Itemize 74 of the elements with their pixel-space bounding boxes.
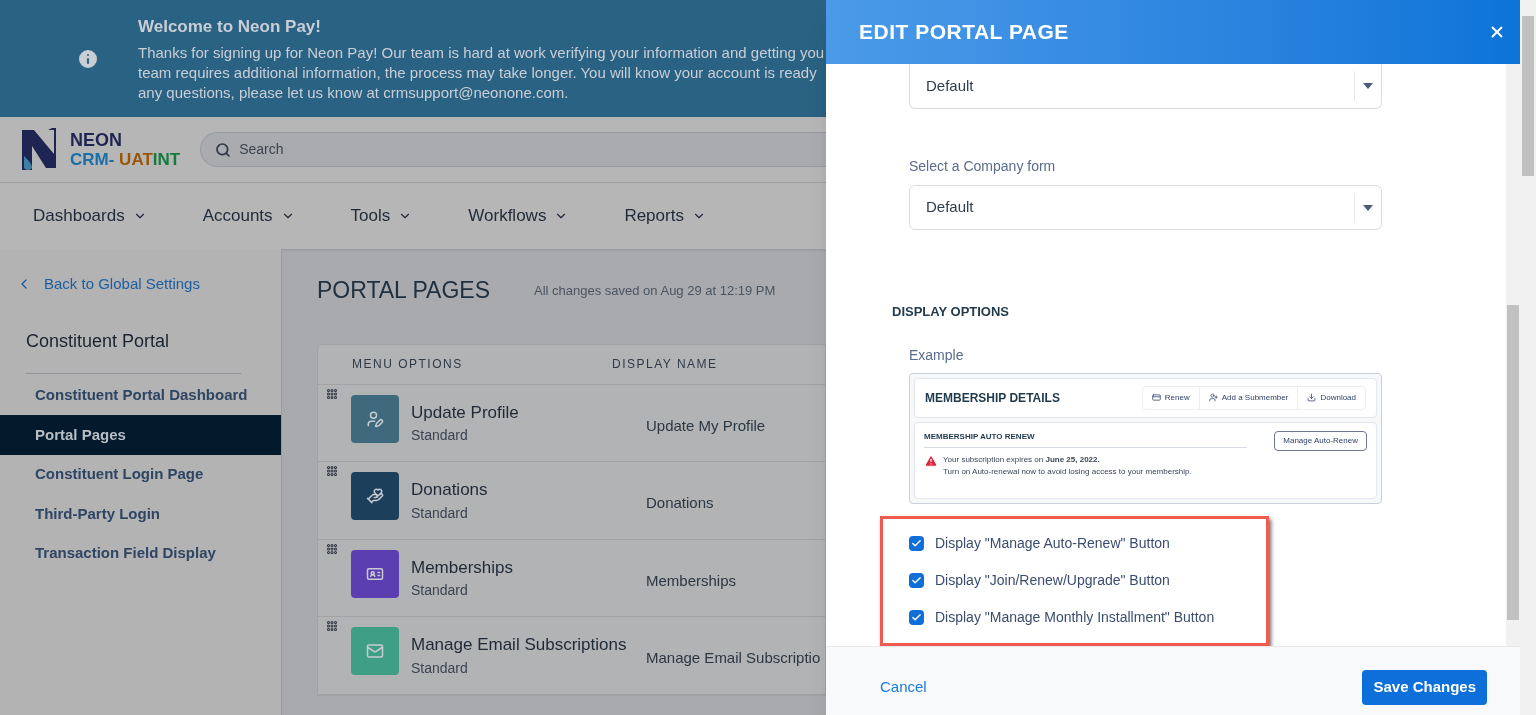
page-name: Donations	[411, 479, 488, 501]
checkbox[interactable]	[909, 573, 924, 588]
banner-text: team requires additional information, the process may take longer. You will know your account is ready	[138, 62, 818, 83]
page-type: Standard	[411, 426, 468, 445]
page-name: Memberships	[411, 556, 514, 579]
caret-icon	[1363, 83, 1373, 89]
sidebar-item[interactable]: Constituent Login Page	[0, 454, 281, 494]
search-icon	[215, 141, 232, 158]
nav-menu[interactable]: Workflows	[468, 203, 569, 229]
preview-action: Add a Submember	[1198, 386, 1298, 409]
sidebar-item[interactable]: Transaction Field Display	[0, 533, 281, 573]
drag-handle-icon[interactable]	[326, 542, 338, 555]
search-field[interactable]: Search	[200, 132, 826, 167]
preview-title: MEMBERSHIP DETAILS	[925, 389, 1060, 407]
download-icon	[1307, 393, 1317, 402]
nav-menu[interactable]: Tools	[350, 203, 413, 229]
nav-menu[interactable]: Accounts	[202, 203, 295, 229]
hand-heart-icon	[366, 487, 384, 505]
save-button[interactable]: Save Changes	[1362, 670, 1487, 705]
display-name: Donations	[646, 493, 714, 513]
select-field[interactable]: Default	[909, 185, 1382, 230]
cancel-link[interactable]: Cancel	[880, 676, 927, 699]
sidebar-title: Constituent Portal	[26, 329, 170, 353]
preview-message: Your subscription expires on June 25, 2022.	[943, 453, 1101, 466]
check-icon	[911, 575, 922, 586]
display-name: Memberships	[646, 570, 737, 591]
panel-title: EDIT PORTAL PAGE	[859, 19, 1069, 46]
user-plus-icon	[1208, 393, 1218, 402]
drag-handle-icon[interactable]	[326, 465, 338, 477]
caret-icon	[1363, 204, 1373, 211]
warning-icon	[924, 453, 938, 468]
logo-name: NEON	[70, 129, 123, 150]
page-type: Standard	[411, 658, 468, 678]
field-label: Select a Company form	[909, 157, 1057, 176]
sidebar-item[interactable]: Portal Pages	[0, 415, 281, 455]
preview-action: Renew	[1142, 386, 1199, 409]
logo-text: UAT	[119, 149, 153, 170]
sidebar-item[interactable]: Third-Party Login	[0, 494, 281, 534]
logo-text: INT	[152, 149, 181, 170]
display-name: Manage Email Subscriptio	[646, 648, 821, 668]
page-name: Update Profile	[411, 401, 519, 424]
preview-action: Download	[1297, 386, 1365, 409]
checkbox[interactable]	[909, 536, 924, 551]
option-label: Display "Join/Renew/Upgrade" Button	[935, 571, 1170, 590]
save-status: All changes saved on Aug 29 at 12:19 PM	[534, 281, 776, 300]
page-type: Standard	[411, 503, 468, 523]
card-icon	[1151, 393, 1161, 402]
select-field[interactable]: Default	[909, 64, 1382, 109]
drag-handle-icon[interactable]	[326, 620, 338, 632]
option-label: Display "Manage Auto-Renew" Button	[935, 534, 1170, 553]
column-header: MENU OPTIONS	[352, 356, 464, 373]
display-name: Update My Profile	[646, 415, 766, 436]
check-icon	[911, 612, 922, 623]
option-label: Display "Manage Monthly Installment" Button	[935, 608, 1215, 627]
sidebar-item[interactable]: Constituent Portal Dashboard	[0, 375, 281, 415]
nav-menu[interactable]: Reports	[624, 203, 706, 229]
envelope-icon	[366, 642, 384, 660]
banner-text: any questions, please let us know at crmsupport@neonone.com.	[138, 82, 570, 103]
drag-handle-icon[interactable]	[326, 387, 338, 400]
page-name: Manage Email Subscriptions	[411, 634, 627, 656]
section-title: DISPLAY OPTIONS	[892, 303, 1011, 321]
logo-text: CRM-	[70, 149, 116, 170]
page-type: Standard	[411, 581, 468, 600]
preview-card-title: MEMBERSHIP AUTO RENEW	[924, 430, 1247, 448]
nav-menu[interactable]: Dashboards	[33, 203, 147, 229]
user-edit-icon	[366, 409, 384, 428]
banner-text: Thanks for signing up for Neon Pay! Our team is hard at work verifying your information and getting you	[138, 42, 825, 63]
example-label: Example	[909, 345, 965, 365]
page-title: PORTAL PAGES	[317, 276, 490, 305]
checkbox[interactable]	[909, 610, 924, 625]
banner-title: Welcome to Neon Pay!	[138, 16, 322, 39]
preview-message: Turn on Auto-renewal now to avoid losing access to your membership.	[943, 465, 1192, 478]
column-header: DISPLAY NAME	[612, 356, 718, 373]
check-icon	[911, 538, 922, 549]
